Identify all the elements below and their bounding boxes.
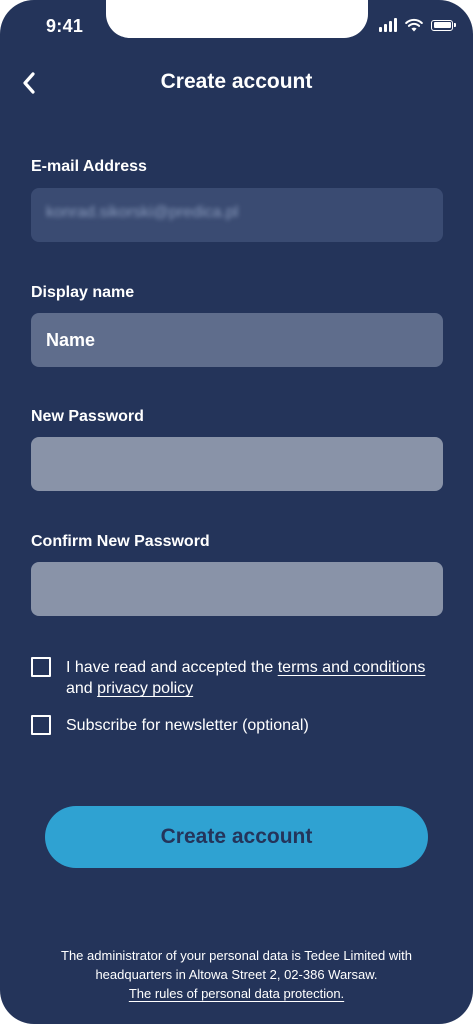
email-label: E-mail Address	[31, 158, 147, 175]
terms-link[interactable]: terms and conditions	[278, 659, 426, 676]
terms-text-before: I have read and accepted the	[66, 659, 278, 676]
page-title: Create account	[160, 70, 313, 93]
phone-screen: 9:41 Create account E-mail Address konra…	[0, 0, 473, 1024]
privacy-footer: The administrator of your personal data …	[30, 946, 443, 1003]
email-field[interactable]	[31, 188, 443, 242]
footer-text: The administrator of your personal data …	[61, 948, 412, 982]
newsletter-text: Subscribe for newsletter (optional)	[66, 717, 309, 734]
status-icons	[379, 18, 456, 32]
terms-text: I have read and accepted the terms and c…	[66, 657, 446, 699]
newsletter-checkbox[interactable]	[31, 715, 51, 735]
data-protection-link[interactable]: The rules of personal data protection.	[129, 986, 344, 1001]
battery-icon	[431, 19, 456, 31]
wifi-icon	[405, 18, 423, 32]
confirm-password-input[interactable]	[31, 562, 443, 616]
status-time: 9:41	[46, 16, 84, 36]
privacy-link[interactable]: privacy policy	[97, 680, 193, 697]
display-name-label: Display name	[31, 284, 135, 301]
display-name-input[interactable]	[31, 313, 443, 367]
new-password-input[interactable]	[31, 437, 443, 491]
confirm-password-label: Confirm New Password	[31, 533, 210, 550]
create-account-button[interactable]: Create account	[45, 806, 428, 868]
signal-icon	[379, 18, 397, 32]
new-password-label: New Password	[31, 408, 144, 425]
terms-text-middle: and	[66, 680, 98, 697]
notch	[106, 0, 368, 38]
terms-checkbox[interactable]	[31, 657, 51, 677]
